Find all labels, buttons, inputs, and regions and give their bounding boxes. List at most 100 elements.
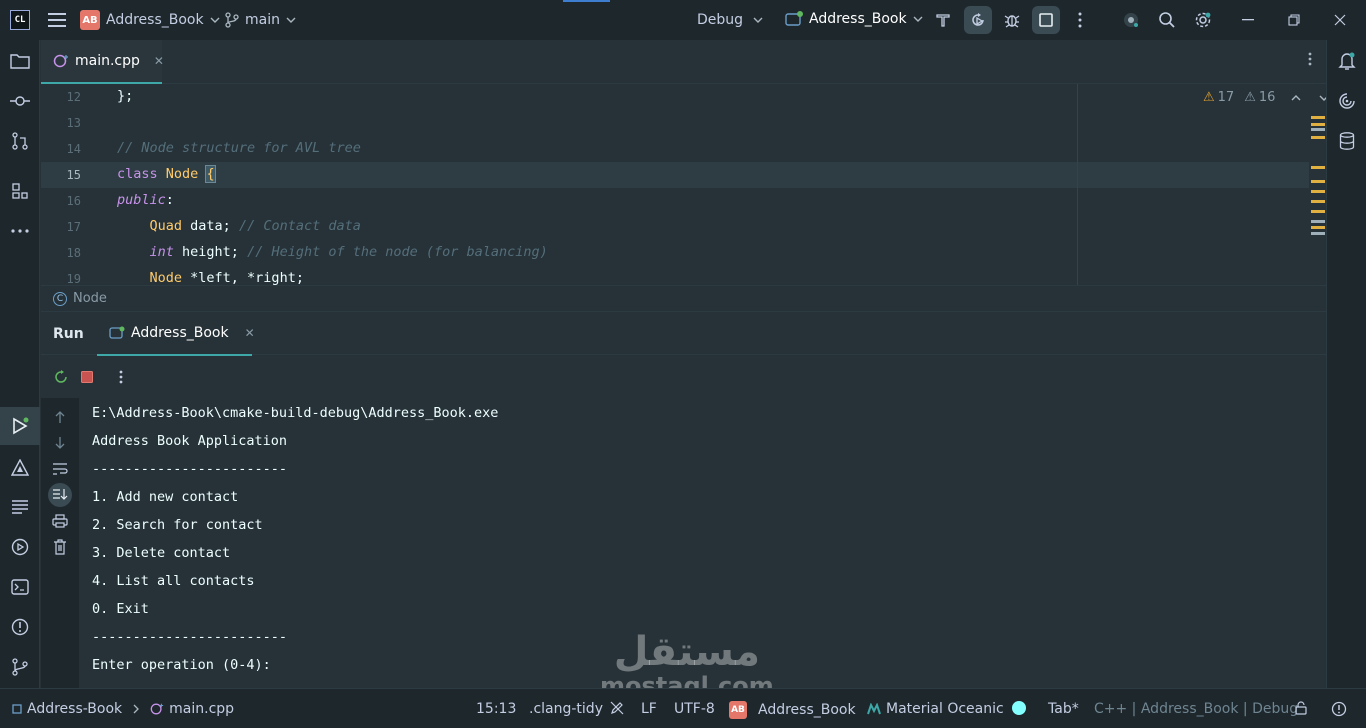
problems-icon[interactable] [8,615,32,639]
code-token: height; [173,244,239,260]
project-selector[interactable]: Address_Book [106,12,220,28]
rerun-icon[interactable] [47,363,75,391]
tab-main-cpp[interactable]: main.cpp ✕ [41,40,164,84]
cpp-file-icon [53,53,69,69]
previous-highlight-icon[interactable] [1291,94,1301,101]
restore-icon[interactable] [1284,10,1304,30]
indent-setting[interactable]: Tab* [1048,701,1079,717]
console-line: ------------------------ [92,461,288,477]
app-logo[interactable]: CL [10,10,30,30]
build-hammer-icon[interactable] [929,6,957,34]
breadcrumb-symbol[interactable]: Node [73,291,107,306]
more-tool-windows-icon[interactable] [8,219,32,243]
run-tool-icon[interactable] [8,414,32,438]
cmake-target-icon [109,326,125,340]
pull-requests-icon[interactable] [8,129,32,153]
console-line: 2. Search for contact [92,517,263,533]
weak-warning-stripe-mark[interactable] [1311,220,1325,223]
build-configuration-selector[interactable]: Debug [697,12,763,28]
clear-trash-icon[interactable] [48,535,72,559]
inspection-widget[interactable]: ⚠ 17 ⚠ 16 [1203,90,1326,105]
status-file[interactable]: main.cpp [169,701,234,717]
status-project[interactable]: Address-Book [27,701,122,717]
line-separator[interactable]: LF [641,701,657,717]
debug-bug-icon[interactable] [998,6,1026,34]
scroll-up-icon[interactable] [48,405,72,429]
weak-warning-stripe-mark[interactable] [1311,232,1325,235]
editor-more-icon[interactable] [1308,52,1312,66]
settings-gear-icon[interactable] [1189,6,1217,34]
code-comment: // Height of the node (for balancing) [247,244,548,260]
module-icon [12,704,22,714]
database-icon[interactable] [1335,129,1359,153]
soft-wrap-icon[interactable] [48,457,72,481]
warning-stripe-mark[interactable] [1311,166,1325,169]
project-name: Address_Book [106,12,204,28]
code-keyword: int [149,244,174,260]
warning-stripe-mark[interactable] [1311,123,1325,126]
code-line: // Node structure for AVL tree [117,140,361,156]
run-tab-label: Address_Book [131,325,229,341]
project-context-switcher[interactable]: AB Address_Book [729,701,856,719]
close-window-icon[interactable] [1330,10,1350,30]
code-token: : [165,192,174,208]
project-badge[interactable]: AB [80,10,100,30]
warning-stripe-mark[interactable] [1311,116,1325,119]
next-highlight-icon[interactable] [1319,95,1326,101]
chevron-right-icon [133,704,140,714]
search-icon[interactable] [1153,6,1181,34]
clang-tidy-status[interactable]: .clang-tidy [529,701,603,717]
more-actions-icon[interactable] [107,363,135,391]
weak-warning-stripe-mark[interactable] [1311,128,1325,131]
tab-address-book-run[interactable]: Address_Book ✕ [97,312,255,356]
vcs-branch-selector[interactable]: main [225,12,296,28]
close-tab-icon[interactable]: ✕ [154,54,164,68]
commit-icon[interactable] [8,89,32,113]
warning-stripe-mark[interactable] [1311,210,1325,213]
chevron-down-icon [286,17,296,23]
rerun-icon[interactable] [964,6,992,34]
scroll-down-icon[interactable] [48,431,72,455]
line-number: 17 [66,220,81,234]
status-breadcrumb[interactable]: Address-Book main.cpp [12,701,234,717]
git-icon[interactable] [8,655,32,679]
code-editor[interactable]: 12 13 14 15 16 17 18 19 }; // Node struc… [41,84,1326,285]
language-context[interactable]: C++ | Address_Book | Debug [1094,701,1298,717]
warning-stripe-mark[interactable] [1311,180,1325,183]
weak-warnings-count: ⚠ 16 [1244,90,1275,105]
problems-status-icon[interactable] [1331,701,1347,717]
minimize-icon[interactable] [1238,10,1258,30]
caret-position[interactable]: 15:13 [476,701,516,717]
terminal-icon[interactable] [8,575,32,599]
warning-stripe-mark[interactable] [1311,226,1325,229]
stop-icon[interactable] [1032,6,1060,34]
warning-stripe-mark[interactable] [1311,190,1325,193]
cmake-icon[interactable] [8,456,32,480]
read-only-toggle[interactable] [610,701,624,715]
project-folder-icon[interactable] [8,49,32,73]
theme-switcher[interactable]: Material Oceanic [867,701,1004,717]
code-breadcrumb[interactable]: C Node [41,285,1326,311]
file-lock-icon[interactable] [1294,701,1308,715]
file-encoding[interactable]: UTF-8 [674,701,715,717]
warning-stripe-mark[interactable] [1311,200,1325,203]
warning-stripe-mark[interactable] [1311,136,1325,139]
code-token: *left, *right; [182,270,304,285]
run-configuration-selector[interactable]: Address_Book [785,11,923,27]
structure-icon[interactable] [8,179,32,203]
stop-icon[interactable] [73,363,101,391]
main-menu-icon[interactable] [48,11,66,29]
ai-assistant-icon[interactable] [1335,89,1359,113]
messages-icon[interactable] [8,495,32,519]
services-icon[interactable] [8,535,32,559]
console-prompt: Enter operation (0-4): [92,657,271,673]
close-tab-icon[interactable]: ✕ [245,326,255,340]
scroll-to-end-icon[interactable] [48,483,72,507]
print-icon[interactable] [48,509,72,533]
chevron-down-icon [210,17,220,23]
notifications-bell-icon[interactable] [1335,49,1359,73]
project-badge: AB [729,701,747,719]
theme-accent-dot[interactable] [1012,701,1026,715]
more-actions-icon[interactable] [1066,6,1094,34]
code-with-me-icon[interactable] [1117,6,1145,34]
